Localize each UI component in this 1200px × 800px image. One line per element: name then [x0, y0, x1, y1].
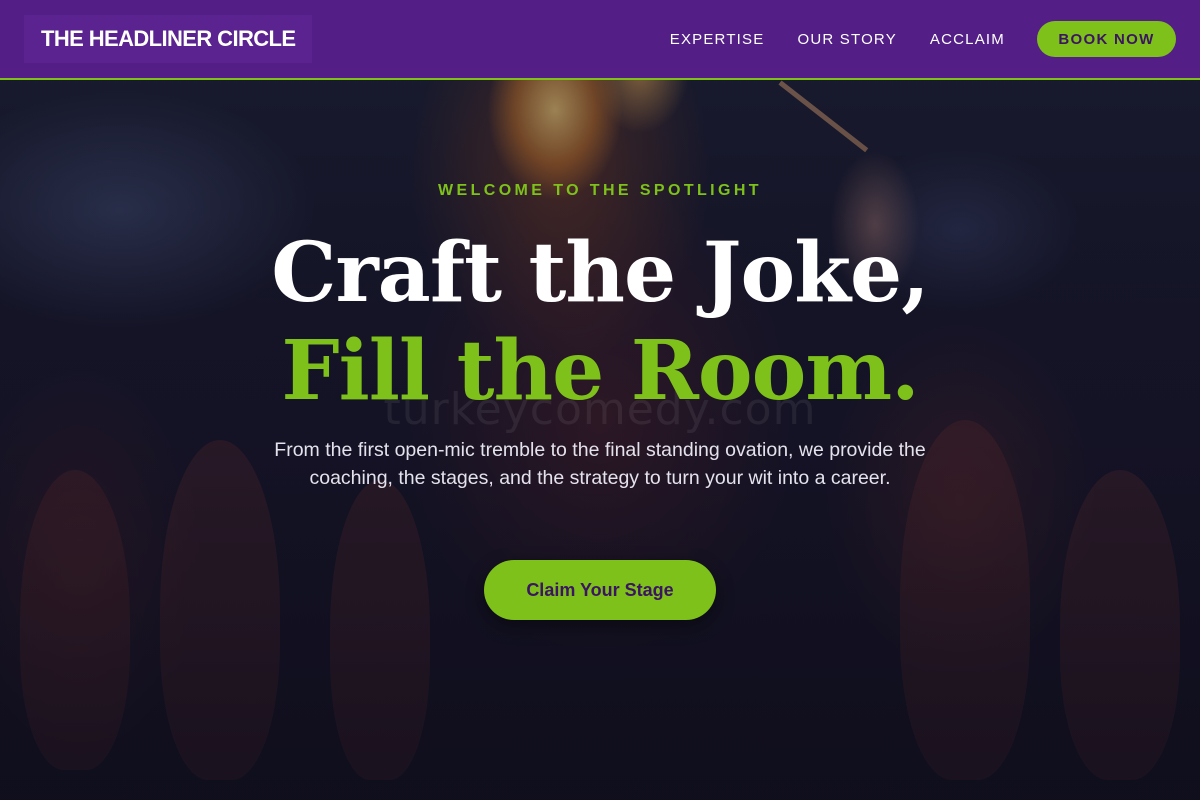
brand-logo[interactable]: THE HEADLINER CIRCLE — [24, 15, 313, 63]
headline-line-2: Fill the Room. — [281, 323, 919, 419]
claim-stage-button[interactable]: Claim Your Stage — [484, 560, 716, 620]
hero-headline: Craft the Joke, Fill the Room. — [0, 224, 1200, 420]
nav-link-acclaim[interactable]: ACCLAIM — [930, 31, 1005, 48]
nav-link-our-story[interactable]: OUR STORY — [797, 31, 896, 48]
hero-subtext: From the first open-mic tremble to the f… — [274, 439, 926, 489]
hero-section: WELCOME TO THE SPOTLIGHT Craft the Joke,… — [0, 0, 1200, 800]
nav-link-expertise[interactable]: EXPERTISE — [670, 31, 765, 48]
headline-line-1: Craft the Joke, — [271, 225, 930, 321]
top-navbar: THE HEADLINER CIRCLE EXPERTISE OUR STORY… — [0, 0, 1200, 80]
book-now-button[interactable]: BOOK NOW — [1037, 21, 1176, 57]
hero-eyebrow: WELCOME TO THE SPOTLIGHT — [438, 182, 762, 199]
nav-links: EXPERTISE OUR STORY ACCLAIM BOOK NOW — [670, 21, 1176, 57]
